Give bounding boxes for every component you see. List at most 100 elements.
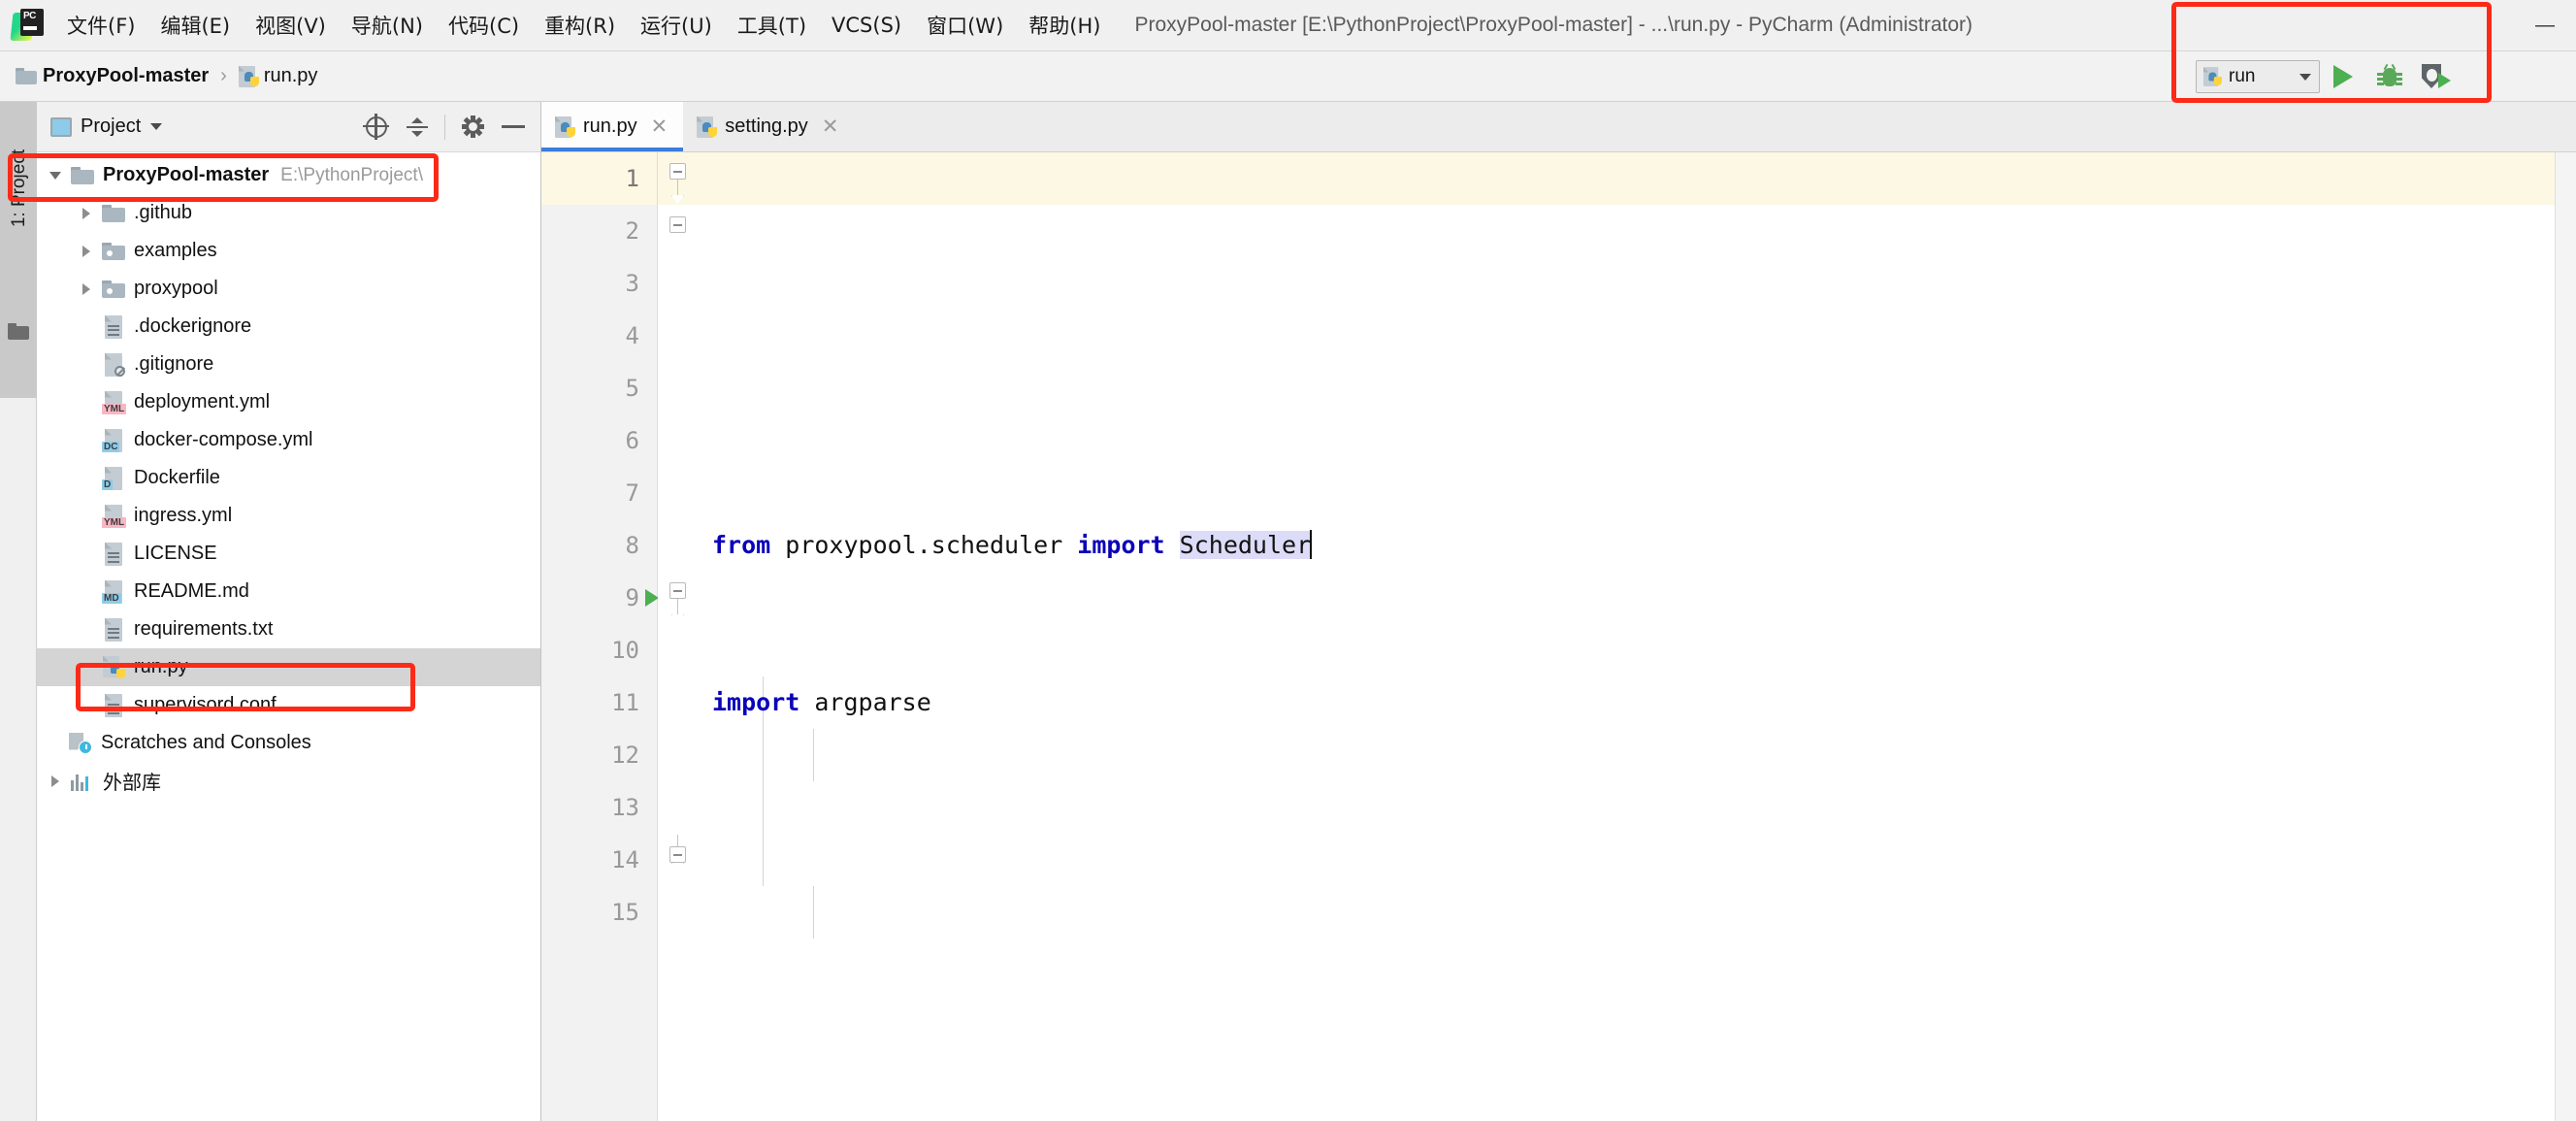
code-editor[interactable]: 1 2 3 4 5 6 7 8 9 10 11 12 13 14 15 from…: [541, 152, 2576, 1121]
line-number: 13: [611, 794, 639, 821]
window-controls: —: [2514, 0, 2576, 51]
tree-path: E:\PythonProject\: [280, 164, 423, 185]
code-folding-gutter[interactable]: [658, 152, 699, 1121]
fold-marker-icon[interactable]: [669, 216, 686, 233]
editor-scrollbar[interactable]: [2555, 152, 2576, 1121]
tab-label: setting.py: [725, 115, 808, 137]
tree-row-dockerfile[interactable]: D Dockerfile: [37, 459, 540, 497]
menu-edit[interactable]: 编辑(E): [147, 7, 243, 44]
tool-window-strip-left: 1: Project: [0, 102, 37, 1121]
fold-marker-icon[interactable]: [669, 582, 686, 599]
project-panel-title[interactable]: Project: [81, 115, 141, 138]
expand-arrow-right-icon[interactable]: [43, 775, 68, 787]
tree-row-docker-compose-yml[interactable]: DC docker-compose.yml: [37, 421, 540, 459]
tree-row-proxypool-master[interactable]: ProxyPool-master E:\PythonProject\: [37, 156, 540, 194]
pycharm-logo-icon: [10, 9, 45, 42]
project-tree[interactable]: ProxyPool-master E:\PythonProject\ .gith…: [37, 152, 540, 1121]
navigation-bar: ProxyPool-master › run.py run: [0, 51, 2576, 102]
tree-row-proxypool[interactable]: proxypool: [37, 270, 540, 308]
run-with-coverage-button[interactable]: [2413, 55, 2460, 98]
menu-file[interactable]: 文件(F): [54, 7, 147, 44]
window-title: ProxyPool-master [E:\PythonProject\Proxy…: [1134, 14, 1973, 36]
tree-row-examples[interactable]: examples: [37, 232, 540, 270]
breadcrumb-separator: ›: [220, 65, 227, 86]
tree-row-github[interactable]: .github: [37, 194, 540, 232]
collapse-all-button[interactable]: [400, 110, 435, 145]
tree-row-gitignore[interactable]: .gitignore: [37, 346, 540, 383]
python-file-icon: [238, 65, 259, 87]
tab-run-py[interactable]: run.py ✕: [541, 102, 684, 151]
line-number: 8: [625, 532, 639, 559]
menu-refactor[interactable]: 重构(R): [532, 7, 628, 44]
file-text-icon: [99, 314, 128, 339]
run-configuration-selector[interactable]: run: [2196, 60, 2320, 93]
file-text-icon: [99, 617, 128, 642]
tree-label: examples: [134, 240, 217, 261]
collapse-all-icon: [407, 116, 428, 138]
tree-label: deployment.yml: [134, 391, 271, 412]
tree-label: ingress.yml: [134, 505, 233, 526]
tree-row-license[interactable]: LICENSE: [37, 535, 540, 573]
menu-help[interactable]: 帮助(H): [1016, 7, 1113, 44]
file-text-icon: [99, 542, 128, 566]
menu-code[interactable]: 代码(C): [436, 7, 532, 44]
project-panel-toolbar: [359, 110, 531, 145]
line-number-gutter[interactable]: 1 2 3 4 5 6 7 8 9 10 11 12 13 14 15: [541, 152, 659, 1121]
debug-button[interactable]: [2366, 55, 2413, 98]
tree-row-supervisord-conf[interactable]: supervisord.conf: [37, 686, 540, 724]
tree-row-readme-md[interactable]: MD README.md: [37, 573, 540, 610]
project-tool-window: Project ProxyPool-master E:\PythonProjec…: [37, 102, 541, 1121]
line-number: 10: [611, 637, 639, 664]
breadcrumb-file[interactable]: run.py: [264, 65, 318, 87]
line-number: 11: [611, 689, 639, 716]
run-button[interactable]: [2320, 55, 2366, 98]
tree-row-run-py[interactable]: run.py: [37, 648, 540, 686]
expand-arrow-down-icon[interactable]: [43, 171, 68, 180]
expand-arrow-right-icon[interactable]: [74, 282, 99, 295]
panel-settings-button[interactable]: [455, 110, 490, 145]
folder-icon: [99, 204, 128, 222]
gear-icon: [461, 115, 484, 138]
fold-marker-icon[interactable]: [669, 846, 686, 863]
tree-label: Scratches and Consoles: [101, 732, 311, 753]
close-icon[interactable]: ✕: [651, 116, 668, 137]
breadcrumb-project[interactable]: ProxyPool-master: [43, 65, 209, 87]
menu-navigate[interactable]: 导航(N): [339, 7, 436, 44]
tree-row-ingress-yml[interactable]: YML ingress.yml: [37, 497, 540, 535]
source-code[interactable]: from proxypool.scheduler import Schedule…: [699, 152, 2555, 1121]
tree-row-external-libraries[interactable]: 外部库: [37, 762, 540, 800]
tree-label: ProxyPool-master: [103, 164, 270, 185]
menu-tools[interactable]: 工具(T): [725, 7, 819, 44]
tree-row-scratches-and-consoles[interactable]: Scratches and Consoles: [37, 724, 540, 762]
python-file-icon: [697, 115, 718, 138]
run-configuration-label: run: [2229, 66, 2256, 86]
folder-module-icon: [99, 242, 128, 260]
tree-label: Dockerfile: [134, 467, 220, 488]
tree-row-dockerignore[interactable]: .dockerignore: [37, 308, 540, 346]
menu-window[interactable]: 窗口(W): [914, 7, 1016, 44]
expand-arrow-right-icon[interactable]: [74, 207, 99, 219]
select-opened-file-button[interactable]: [359, 110, 394, 145]
fold-marker-icon[interactable]: [669, 163, 686, 180]
run-line-marker-icon[interactable]: [645, 589, 659, 607]
menu-run[interactable]: 运行(U): [628, 7, 725, 44]
line-number: 12: [611, 742, 639, 769]
expand-arrow-right-icon[interactable]: [74, 245, 99, 257]
minimize-button[interactable]: —: [2514, 0, 2576, 51]
tree-label: LICENSE: [134, 543, 217, 564]
tree-row-deployment-yml[interactable]: YML deployment.yml: [37, 383, 540, 421]
tree-label: supervisord.conf: [134, 694, 277, 715]
line-number-with-run-marker: 9: [541, 572, 659, 624]
hide-panel-button[interactable]: [496, 110, 531, 145]
chevron-down-icon[interactable]: [150, 123, 163, 130]
menu-view[interactable]: 视图(V): [243, 7, 339, 44]
close-icon[interactable]: ✕: [822, 116, 839, 137]
editor-tab-bar: run.py ✕ setting.py ✕: [541, 102, 2576, 152]
tree-row-requirements-txt[interactable]: requirements.txt: [37, 610, 540, 648]
editor-area: run.py ✕ setting.py ✕ 1 2 3 4 5 6 7 8 9 …: [541, 102, 2576, 1121]
tab-setting-py[interactable]: setting.py ✕: [683, 102, 854, 151]
python-file-icon: [99, 655, 128, 679]
menu-vcs[interactable]: VCS(S): [819, 10, 914, 41]
chevron-down-icon: [2299, 73, 2311, 81]
project-panel-header: Project: [37, 102, 540, 152]
